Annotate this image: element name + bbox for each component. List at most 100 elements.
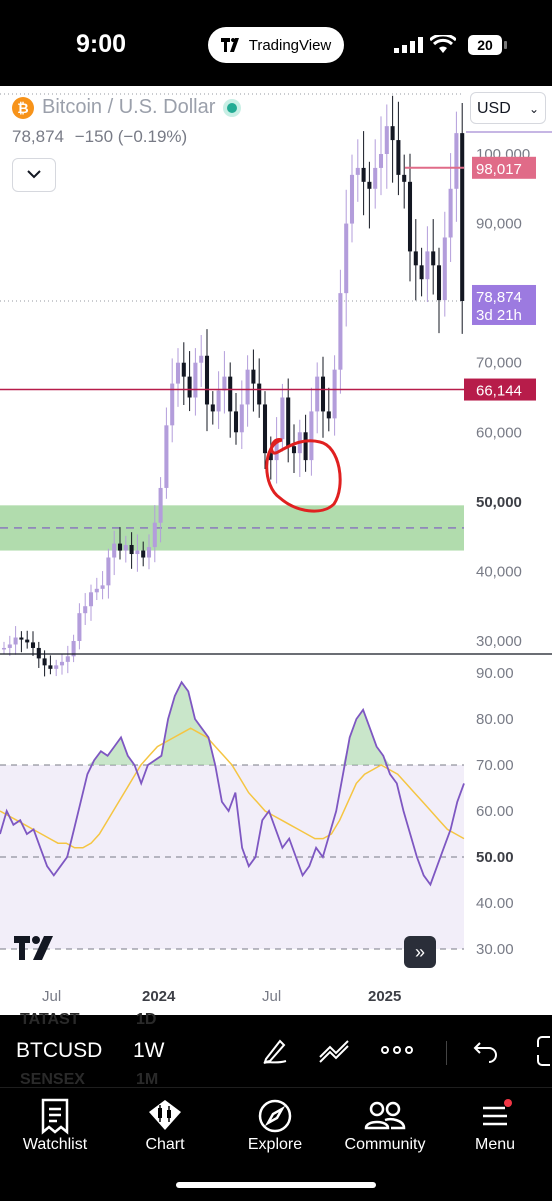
candle-body: [373, 167, 378, 189]
candle-body: [291, 446, 297, 454]
candle-body: [454, 133, 459, 189]
candle-body: [94, 588, 99, 593]
candle-body: [419, 265, 424, 280]
time-axis-tick: 2024: [142, 988, 176, 1005]
price-axis-tick: 50,000: [476, 494, 522, 511]
toolbar-divider: [446, 1041, 447, 1065]
candle-body: [135, 550, 140, 555]
price-label-countdown: 3d 21h: [476, 307, 522, 324]
candle-body: [338, 293, 343, 370]
compass-icon: [258, 1099, 292, 1133]
candle-body: [286, 397, 291, 447]
candle-body: [216, 390, 221, 412]
candle-body: [384, 126, 389, 154]
candle-body: [54, 665, 59, 669]
rsi-axis-tick: 60.00: [476, 803, 514, 820]
chart-area[interactable]: 100,00090,00080,00070,00060,00050,00040,…: [0, 86, 552, 1016]
home-indicator: [176, 1182, 376, 1188]
tradingview-watermark-icon: [14, 934, 60, 965]
candle-body: [257, 383, 262, 405]
nav-label: Watchlist: [22, 1136, 88, 1153]
candle-body: [349, 174, 355, 224]
candle-body: [158, 487, 163, 523]
candle-body: [164, 425, 169, 488]
time-axis-tick: Jul: [42, 988, 61, 1005]
candle-body: [141, 550, 146, 558]
battery-icon: 20: [468, 35, 507, 55]
candle-body: [280, 397, 285, 440]
candle-body: [390, 126, 395, 141]
candle-body: [187, 376, 192, 398]
candle-body: [222, 376, 227, 391]
price-axis-tick: 90,000: [476, 216, 522, 233]
last-price: 78,874: [12, 127, 64, 146]
status-time: 9:00: [76, 30, 127, 58]
candle-body: [344, 223, 349, 294]
candle-body: [355, 167, 360, 175]
candle-body: [239, 404, 244, 433]
indicators-icon[interactable]: [318, 1035, 352, 1065]
timeframe-button[interactable]: 1W: [133, 1039, 165, 1063]
rsi-axis-tick: 40.00: [476, 895, 514, 912]
fullscreen-icon[interactable]: [536, 1035, 552, 1067]
symbol-header: ₿ Bitcoin / U.S. Dollar 78,874 −150 (−0.…: [12, 96, 242, 147]
candle-body: [228, 376, 233, 412]
currency-label: USD: [477, 100, 511, 117]
nav-chart[interactable]: Chart: [110, 1096, 220, 1154]
wifi-icon: [430, 35, 456, 53]
rsi-axis-tick: 50.00: [476, 849, 514, 866]
candle-body: [315, 376, 320, 412]
price-label-lower: 66,144: [476, 383, 522, 400]
nav-label: Explore: [247, 1136, 303, 1153]
candle-body: [204, 355, 210, 405]
candle-body: [303, 432, 308, 461]
nav-label: Menu: [474, 1136, 516, 1153]
symbol-button[interactable]: BTCUSD: [16, 1039, 102, 1063]
time-axis-tick: 2025: [368, 988, 401, 1005]
candle-body: [175, 362, 181, 384]
ghost-symbol: TATAST: [20, 1011, 80, 1028]
expand-legend-button[interactable]: [12, 158, 56, 192]
rsi-axis-tick: 30.00: [476, 941, 514, 958]
chart-icon: [149, 1100, 181, 1130]
candle-body: [129, 544, 134, 555]
candle-body: [378, 154, 384, 168]
drawing-tool-icon[interactable]: [260, 1035, 290, 1065]
menu-icon: [483, 1099, 512, 1126]
candle-body: [7, 644, 12, 648]
nav-explore[interactable]: Explore: [220, 1096, 330, 1154]
price-axis-tick: 40,000: [476, 563, 522, 580]
candle-body: [112, 543, 117, 558]
candle-body: [320, 376, 326, 412]
candle-body: [100, 585, 105, 589]
chevron-down-icon: [27, 170, 41, 179]
nav-menu[interactable]: Menu: [440, 1096, 550, 1154]
nav-watchlist[interactable]: Watchlist: [0, 1096, 110, 1154]
undo-icon[interactable]: [472, 1037, 500, 1065]
tradingview-logo-icon: [220, 38, 239, 52]
nav-community[interactable]: Community: [330, 1096, 440, 1154]
candle-body: [1, 647, 7, 650]
currency-select[interactable]: USD ⌄: [470, 92, 546, 124]
symbol-title[interactable]: Bitcoin / U.S. Dollar: [42, 96, 215, 119]
more-icon[interactable]: [380, 1035, 414, 1065]
candle-body: [83, 606, 88, 614]
rsi-overbought-fill: [0, 682, 464, 765]
candle-body: [431, 251, 436, 266]
price-change: −150 (−0.19%): [74, 127, 188, 146]
tradingview-pill[interactable]: TradingView: [208, 27, 344, 63]
candle-body: [332, 369, 337, 419]
candle-body: [425, 251, 430, 280]
candle-body: [442, 237, 447, 301]
candle-body: [123, 544, 128, 551]
price-chart[interactable]: 100,00090,00080,00070,00060,00050,00040,…: [0, 86, 552, 1016]
candle-body: [233, 411, 239, 433]
candle-body: [146, 547, 152, 558]
chart-toolbar: TATAST 1D SENSEX 1M BTCUSD 1W: [0, 1011, 552, 1088]
community-icon: [364, 1101, 406, 1130]
candle-body: [30, 642, 36, 648]
candle-body: [413, 251, 418, 266]
scroll-to-realtime-button[interactable]: »: [404, 936, 436, 968]
pill-label: TradingView: [248, 36, 332, 54]
status-bar: 9:00 TradingView 20: [0, 0, 552, 86]
